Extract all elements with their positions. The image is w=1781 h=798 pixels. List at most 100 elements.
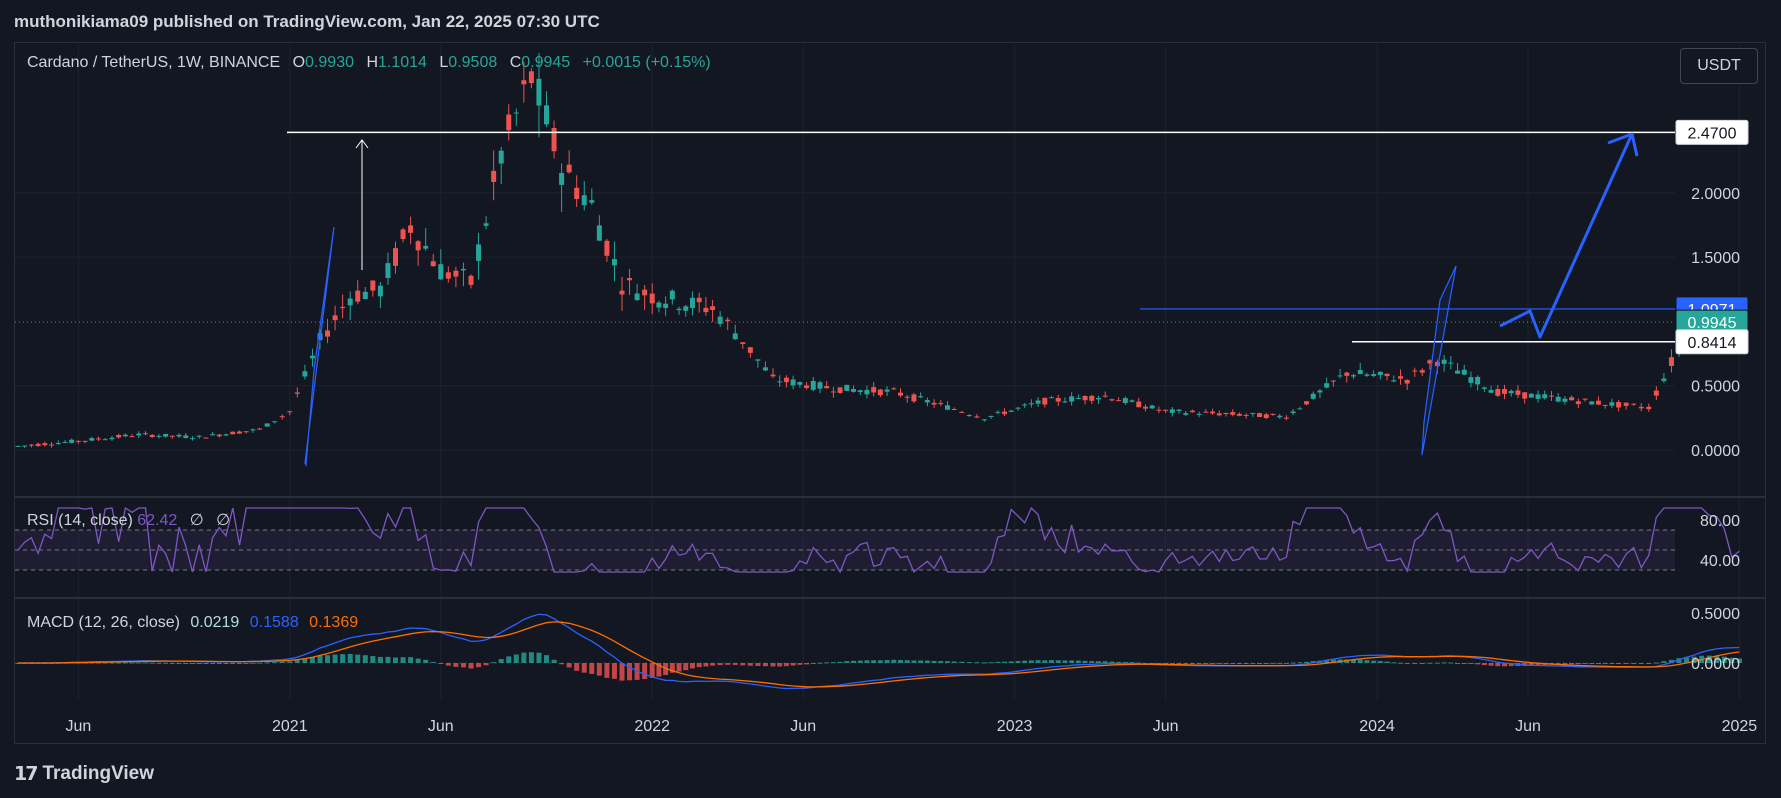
candle-body [1102, 395, 1108, 397]
candle-body [35, 443, 41, 447]
candle-body [837, 387, 843, 393]
candle-body [483, 223, 489, 226]
candle-body [884, 389, 890, 392]
currency-button[interactable]: USDT [1680, 48, 1758, 84]
candle-body [783, 377, 789, 383]
candle-body [1455, 370, 1461, 374]
rsi-legend: RSI (14, close) 62.42 ∅ ∅ [27, 510, 230, 530]
candle-body [627, 278, 633, 281]
macd-hist-bar [430, 661, 436, 663]
candle-body [176, 434, 182, 437]
macd-hist-bar [1377, 661, 1383, 663]
candle-body [1216, 413, 1222, 416]
candle-body [1569, 397, 1575, 401]
macd-hist-bar [574, 663, 580, 671]
candle-body [851, 389, 857, 392]
candle-body [1230, 412, 1236, 415]
macd-hist-bar [1223, 663, 1229, 664]
candle-body [423, 245, 429, 249]
candle-body [1136, 401, 1142, 408]
macd-hist-bar [163, 662, 169, 664]
close-label: C [509, 54, 522, 71]
chart-canvas[interactable]: 0.00000.50001.50002.00002.47001.09710.99… [0, 0, 1781, 798]
macd-hist-bar [1304, 661, 1310, 663]
macd-hist-bar [521, 652, 527, 663]
candle-body [230, 431, 236, 435]
candle-body [189, 438, 195, 440]
macd-hist-bar [340, 654, 346, 663]
candle-body [385, 263, 391, 278]
high-value: 1.1014 [378, 54, 427, 71]
macd-hist-bar [1102, 661, 1108, 663]
candle-body [669, 290, 675, 300]
candle-body [755, 359, 761, 361]
macd-hist-bar [1028, 660, 1034, 663]
candle-body [1196, 413, 1202, 415]
macd-hist-bar [347, 653, 353, 663]
candle-body [544, 105, 549, 125]
candle-body [1623, 402, 1629, 406]
macd-hist-bar [1495, 663, 1501, 667]
candle-body [1257, 413, 1263, 417]
footer-brand[interactable]: 𝟭𝟳 TradingView [14, 760, 154, 788]
candle-body [857, 390, 863, 393]
macd-hist-bar [1384, 661, 1390, 663]
macd-hist-bar [1468, 663, 1474, 664]
candle-body [790, 379, 796, 386]
candle-body [642, 289, 648, 296]
candle-body [974, 416, 980, 418]
rsi-tick-label: 80.00 [1700, 513, 1740, 530]
candle-body [1575, 401, 1581, 405]
candle-body [183, 435, 189, 439]
macd-hist-bar [1441, 662, 1447, 664]
candle-body [1330, 380, 1336, 382]
candle-body [1069, 396, 1075, 402]
macd-hist-bar [717, 663, 723, 666]
candle-body [340, 306, 346, 309]
macd-hist-bar [817, 662, 823, 664]
macd-hist-bar [1250, 662, 1256, 664]
candle-body [1324, 383, 1330, 388]
macd-hist-bar [445, 663, 451, 666]
candle-body [370, 280, 376, 291]
macd-hist-bar [824, 662, 830, 664]
rsi-value: 62.42 [137, 512, 178, 529]
candle-body [1263, 414, 1269, 418]
candle-body [931, 402, 937, 405]
candle-body [988, 415, 994, 417]
candle-body [696, 297, 702, 303]
macd-hist-bar [1290, 662, 1296, 664]
candle-body [1317, 390, 1323, 393]
macd-hist-bar [257, 662, 263, 664]
macd-hist-bar [931, 660, 937, 663]
candle-body [272, 421, 278, 423]
candle-body [1344, 372, 1350, 376]
macd-hist-bar [871, 660, 877, 663]
macd-hist-bar [995, 661, 1001, 663]
candle-body [355, 290, 361, 302]
macd-hist-bar [264, 662, 270, 664]
candle-body [1203, 411, 1209, 413]
candle-body [830, 391, 836, 393]
tradingview-brand: TradingView [42, 763, 155, 784]
candle-body [1008, 410, 1014, 412]
candle-body [1528, 393, 1534, 398]
candle-body [924, 400, 930, 403]
low-value: 0.9508 [448, 54, 498, 71]
candle-body [279, 416, 285, 418]
macd-tick-label: 0.0000 [1691, 656, 1740, 673]
macd-hist-bar [1116, 661, 1122, 663]
candle-body [1646, 406, 1652, 410]
candle-body [1419, 370, 1425, 373]
candle-body [430, 261, 436, 267]
macd-hist-bar [604, 663, 610, 678]
macd-hist-bar [423, 659, 429, 663]
candle-body [710, 306, 716, 310]
candle-body [1461, 369, 1467, 375]
macd-hist-bar [1631, 663, 1637, 664]
macd-hist-bar [223, 663, 229, 664]
low-label: L [439, 54, 449, 71]
candle-body [309, 355, 315, 359]
candle-body [1075, 398, 1081, 400]
macd-hist-bar [176, 662, 182, 664]
